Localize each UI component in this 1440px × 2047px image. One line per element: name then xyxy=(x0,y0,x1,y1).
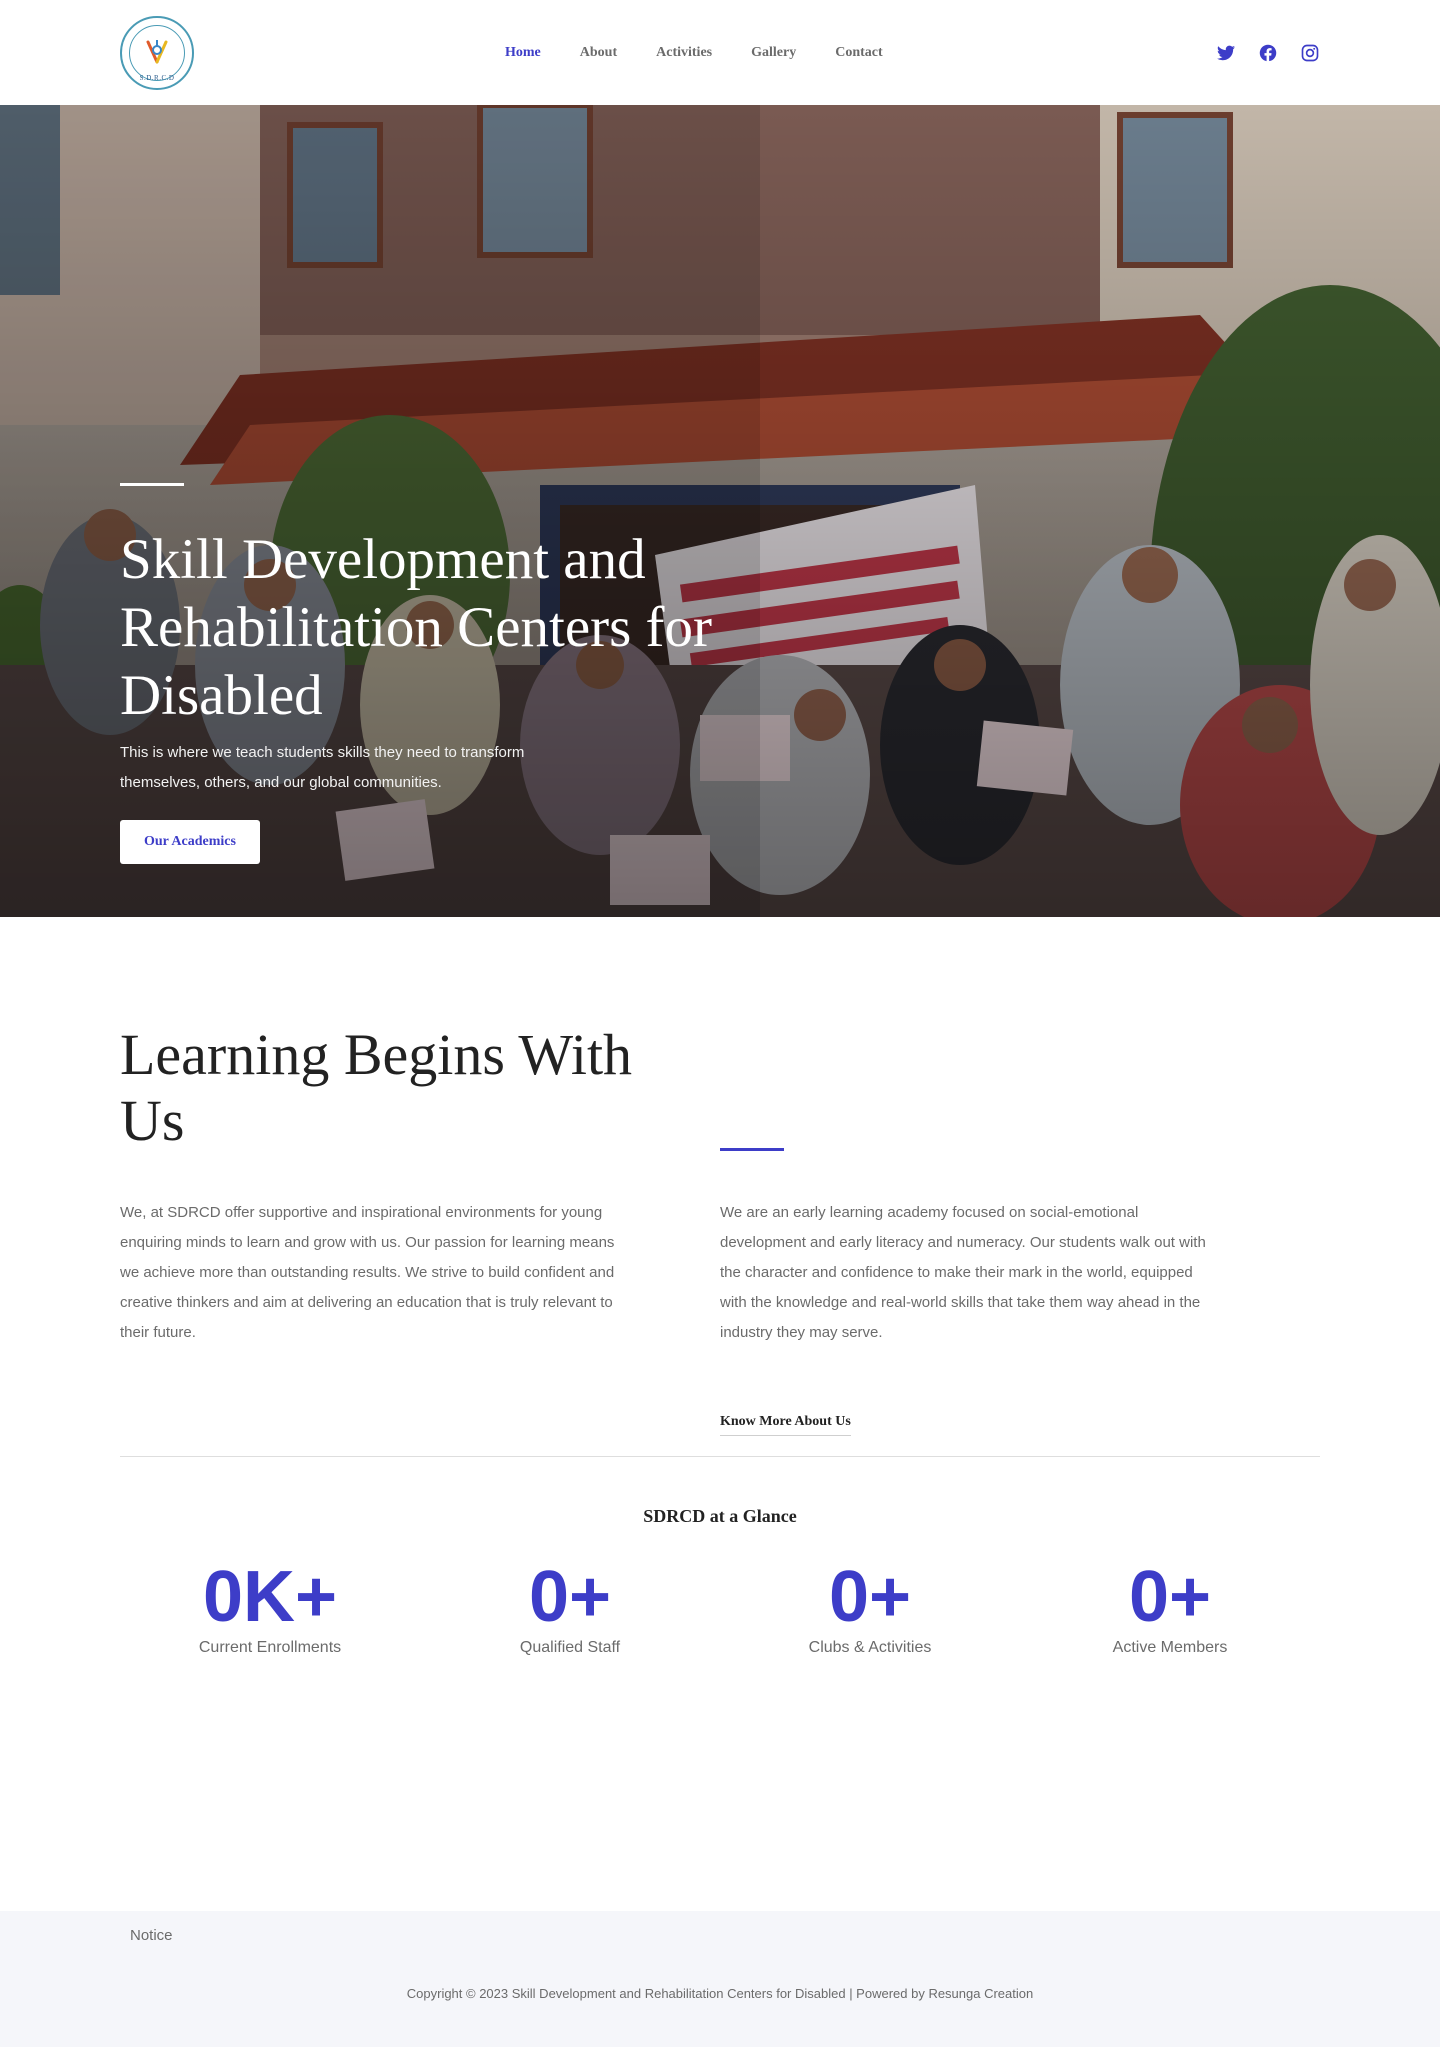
nav-home[interactable]: Home xyxy=(505,45,541,61)
nav-about[interactable]: About xyxy=(580,45,617,61)
main-nav: Home About Activities Gallery Contact xyxy=(505,0,922,105)
our-academics-button[interactable]: Our Academics xyxy=(120,820,260,864)
glance-section: SDRCD at a Glance 0K+ Current Enrollment… xyxy=(0,1506,1440,1911)
social-links xyxy=(1216,0,1320,105)
learning-left-text: We, at SDRCD offer supportive and inspir… xyxy=(120,1204,615,1341)
facebook-icon[interactable] xyxy=(1258,43,1278,63)
instagram-icon[interactable] xyxy=(1300,43,1320,63)
learning-right-text: We are an early learning academy focused… xyxy=(720,1204,1206,1341)
nav-contact[interactable]: Contact xyxy=(835,45,882,61)
hero-section: Skill Development and Rehabilitation Cen… xyxy=(0,105,1440,917)
stat-value: 0K+ xyxy=(202,1557,338,1637)
learning-title: Learning Begins With Us xyxy=(120,1022,633,1153)
stat-members: 0+ Active Members xyxy=(1020,1555,1320,1657)
stat-value: 0+ xyxy=(528,1557,612,1637)
stat-enrollments: 0K+ Current Enrollments xyxy=(120,1555,420,1657)
hero-content: Skill Development and Rehabilitation Cen… xyxy=(120,483,740,864)
stat-label: Qualified Staff xyxy=(519,1639,621,1656)
learning-section: Learning Begins With Us We, at SDRCD off… xyxy=(0,917,1440,1505)
copyright-text: Copyright © 2023 Skill Development and R… xyxy=(406,1986,1034,2001)
logo-text: S.D.R.C.D xyxy=(139,73,175,82)
section-divider xyxy=(120,1456,1320,1457)
stats-row: 0K+ Current Enrollments 0+ Qualified Sta… xyxy=(120,1555,1320,1657)
stat-staff: 0+ Qualified Staff xyxy=(420,1555,720,1657)
site-footer: Notice Copyright © 2023 Skill Developmen… xyxy=(0,1911,1440,2047)
know-more-link[interactable]: Know More About Us xyxy=(720,1414,851,1436)
hero-subtitle: This is where we teach students skills t… xyxy=(120,744,525,791)
stat-label: Clubs & Activities xyxy=(808,1639,932,1656)
hero-title: Skill Development and Rehabilitation Cen… xyxy=(120,528,713,727)
nav-activities[interactable]: Activities xyxy=(656,45,712,61)
stat-value: 0+ xyxy=(1128,1557,1212,1637)
glance-title: SDRCD at a Glance xyxy=(643,1506,797,1526)
site-logo[interactable]: S.D.R.C.D xyxy=(120,15,194,90)
stat-value: 0+ xyxy=(828,1557,912,1637)
stat-label: Active Members xyxy=(1112,1639,1228,1656)
nav-gallery[interactable]: Gallery xyxy=(751,45,796,61)
site-header: S.D.R.C.D Home About Activities Gallery … xyxy=(0,0,1440,105)
hero-accent-line xyxy=(120,483,184,486)
tools-icon xyxy=(146,39,168,63)
logo-emblem xyxy=(129,24,185,81)
notice-link[interactable]: Notice xyxy=(130,1927,173,1944)
stat-clubs: 0+ Clubs & Activities xyxy=(720,1555,1020,1657)
twitter-icon[interactable] xyxy=(1216,43,1236,63)
learning-accent-line xyxy=(720,1148,784,1151)
stat-label: Current Enrollments xyxy=(198,1639,342,1656)
